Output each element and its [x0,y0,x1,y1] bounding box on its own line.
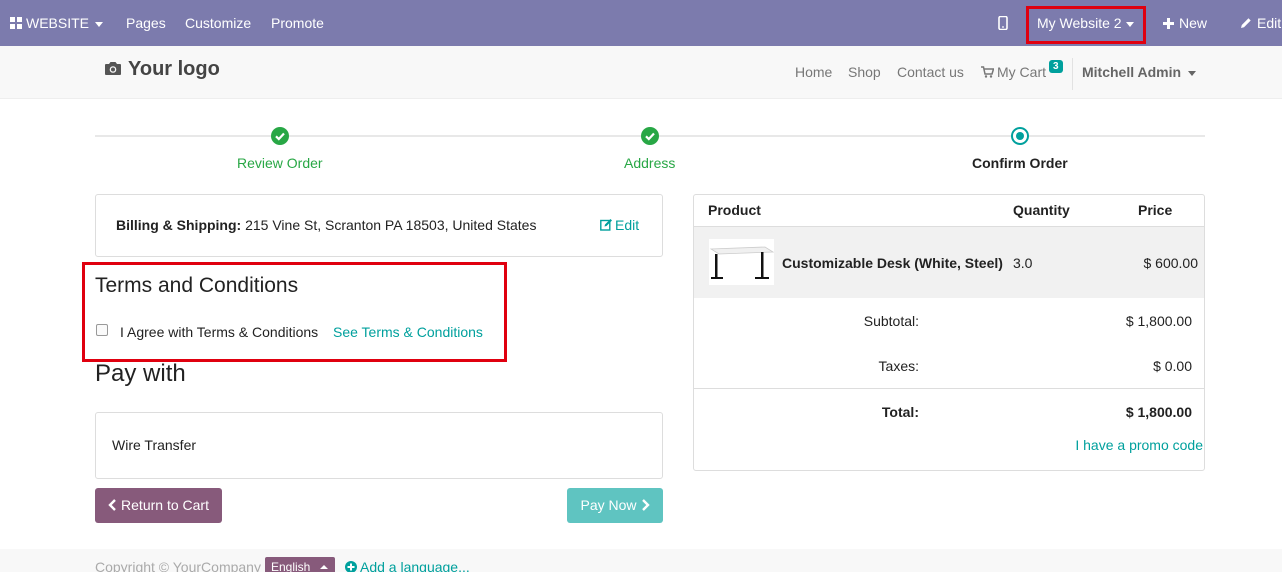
site-logo[interactable]: Your logo [104,58,220,81]
table-row: Customizable Desk (White, Steel) 3.0 $ 6… [694,226,1204,298]
step-review-done-icon [271,127,289,145]
cart-icon [981,66,995,78]
website-switcher[interactable]: My Website 2 [1037,0,1134,46]
website-switcher-label: My Website 2 [1037,15,1122,31]
product-price: $ 600.00 [1143,255,1199,271]
step-confirm-order: Confirm Order [972,155,1068,171]
language-selector[interactable]: English [265,557,335,572]
add-language-link[interactable]: Add a language... [345,559,470,572]
language-label: English [271,560,311,572]
new-button[interactable]: New [1163,0,1207,46]
total-divider [694,388,1204,389]
website-menu[interactable]: WEBSITE [10,0,104,46]
copyright-text: Copyright © YourCompany [95,559,261,572]
taxes-value: $ 0.00 [1153,358,1192,374]
billing-edit-label: Edit [615,217,640,233]
logo-text: Your logo [128,58,220,80]
product-name[interactable]: Customizable Desk (White, Steel) [782,255,1003,271]
total-value: $ 1,800.00 [1125,404,1192,420]
step-review-order[interactable]: Review Order [237,155,323,171]
total-label: Total: [881,404,919,420]
see-terms-link[interactable]: See Terms & Conditions [333,324,483,340]
mobile-preview-button[interactable] [998,0,1008,46]
caret-down-icon [1188,70,1197,76]
payment-method-label: Wire Transfer [112,437,197,453]
terms-agree-checkbox[interactable] [96,324,108,336]
order-summary-card: Product Quantity Price Customizable Desk… [693,194,1205,471]
return-to-cart-button[interactable]: Return to Cart [95,488,222,523]
return-to-cart-label: Return to Cart [121,497,209,513]
customize-menu[interactable]: Customize [185,0,251,46]
nav-my-cart[interactable]: My Cart 3 [981,60,1063,80]
billing-line: Billing & Shipping: 215 Vine St, Scranto… [116,217,536,233]
billing-address: 215 Vine St, Scranton PA 18503, United S… [245,217,537,233]
billing-label: Billing & Shipping: [116,217,242,233]
edit-button[interactable]: Edit [1240,0,1281,46]
payment-method-card[interactable]: Wire Transfer [95,412,663,479]
mobile-icon [998,15,1008,31]
chevron-left-icon [108,499,116,511]
cart-label: My Cart [997,64,1046,80]
admin-topbar: WEBSITE Pages Customize Promote My Websi… [0,0,1282,46]
apps-grid-icon [10,17,22,29]
plus-icon [1163,18,1174,29]
nav-divider [1072,58,1073,90]
caret-down-icon [95,21,104,27]
nav-shop[interactable]: Shop [848,64,881,80]
terms-title: Terms and Conditions [95,274,299,297]
chevron-right-icon [641,499,650,511]
product-image [709,239,775,285]
step-address-done-icon [641,127,659,145]
pencil-icon [1241,18,1251,28]
step-confirm-current-icon [1011,127,1029,145]
subtotal-value: $ 1,800.00 [1125,313,1192,329]
billing-edit-link[interactable]: Edit [600,217,639,233]
new-label: New [1179,15,1208,31]
user-name: Mitchell Admin [1082,64,1182,80]
col-quantity: Quantity [1013,202,1070,218]
product-quantity: 3.0 [1013,255,1033,271]
billing-card: Billing & Shipping: 215 Vine St, Scranto… [95,194,663,257]
step-address[interactable]: Address [624,155,675,171]
edit-label: Edit [1257,15,1282,31]
terms-agree-label[interactable]: I Agree with Terms & Conditions [120,324,318,340]
pages-menu[interactable]: Pages [126,0,166,46]
subtotal-label: Subtotal: [863,313,919,329]
add-language-label: Add a language... [360,559,470,572]
nav-home[interactable]: Home [795,64,832,80]
pay-now-label: Pay Now [580,497,637,513]
edit-icon [600,219,612,231]
col-price: Price [1138,202,1173,218]
promo-code-link[interactable]: I have a promo code [1075,437,1203,453]
cart-count-badge: 3 [1049,60,1063,73]
nav-contact-us[interactable]: Contact us [897,64,964,80]
col-product: Product [708,202,761,218]
website-menu-label: WEBSITE [26,15,90,31]
caret-down-icon [1125,21,1134,27]
pay-now-button[interactable]: Pay Now [567,488,663,523]
user-menu[interactable]: Mitchell Admin [1082,64,1197,80]
camera-icon [105,62,121,75]
taxes-label: Taxes: [878,358,919,374]
plus-circle-icon [345,561,357,572]
promote-menu[interactable]: Promote [271,0,324,46]
pay-with-title: Pay with [95,360,186,387]
caret-up-icon [319,565,328,569]
